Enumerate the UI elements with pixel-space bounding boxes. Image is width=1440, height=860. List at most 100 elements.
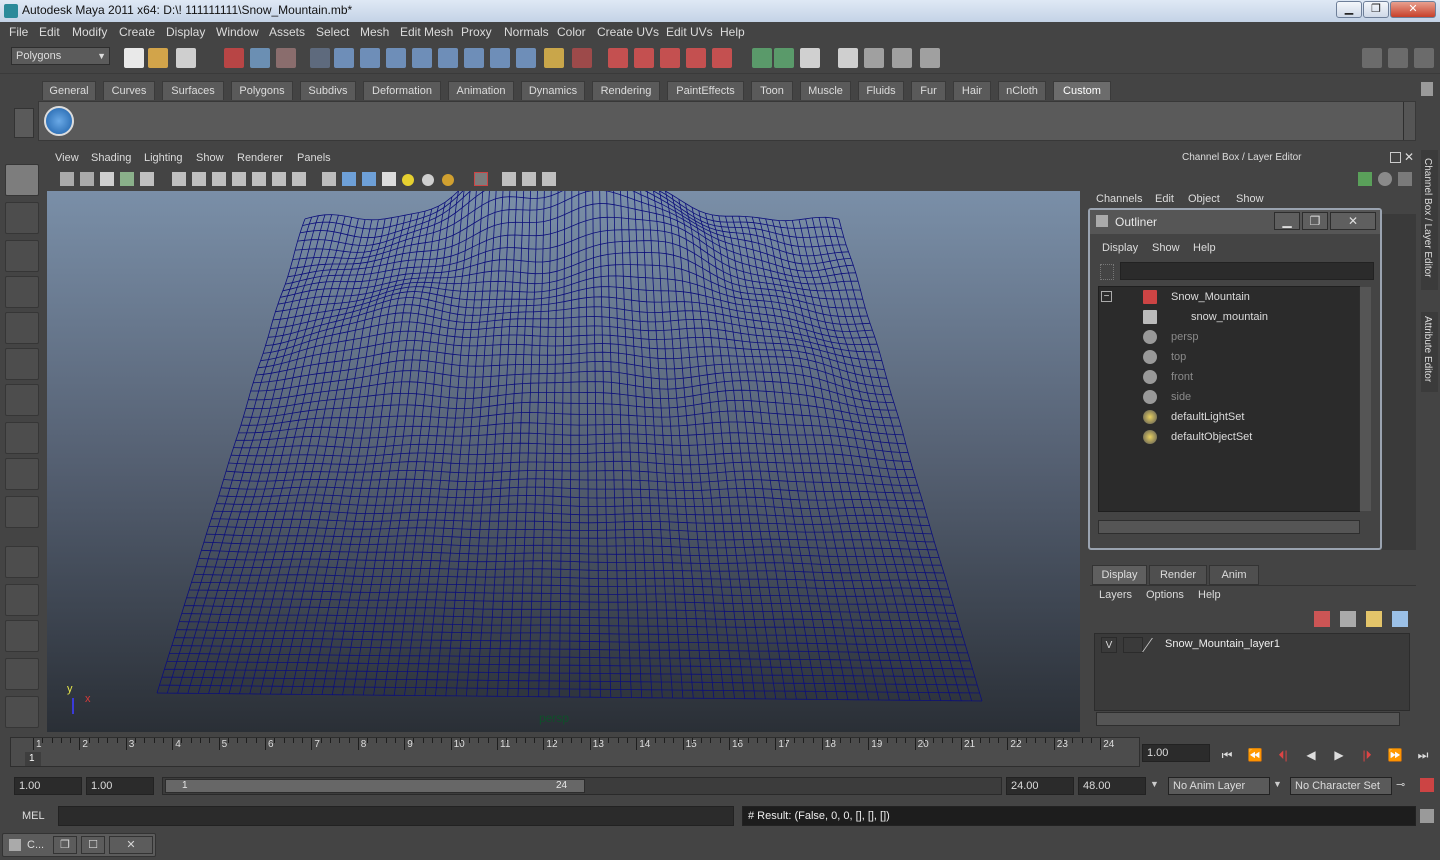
viewport-menu-show[interactable]: Show [196, 152, 224, 164]
tool-settings-toggle-icon[interactable] [1414, 48, 1434, 68]
go-to-end-button[interactable]: ⏭ [1414, 747, 1432, 763]
hypershade-icon[interactable] [686, 48, 706, 68]
snap-plane-icon[interactable] [412, 48, 432, 68]
shelf-tab-subdivs[interactable]: Subdivs [300, 81, 356, 100]
outliner-menu-show[interactable]: Show [1152, 242, 1180, 254]
soft-mod-tool-icon[interactable] [5, 422, 39, 454]
chevron-down-icon[interactable]: ▼ [1150, 779, 1159, 789]
close-button[interactable]: ✕ [1390, 1, 1436, 18]
anim-layer-dropdown[interactable]: No Anim Layer [1168, 777, 1270, 795]
render-settings-icon[interactable] [660, 48, 680, 68]
layer-tab-anim[interactable]: Anim [1209, 565, 1259, 585]
menu-display[interactable]: Display [166, 25, 205, 39]
command-input[interactable] [58, 806, 734, 826]
shelf-tab-animation[interactable]: Animation [448, 81, 514, 100]
select-hierarchy-icon[interactable] [224, 48, 244, 68]
render-frame-icon[interactable] [608, 48, 628, 68]
graph-layout-icon[interactable] [5, 658, 39, 690]
preferences-icon[interactable] [1420, 778, 1434, 792]
time-slider[interactable]: 1 2 3 4 5 6 7 8 9 10 11 12 13 14 15 16 17 18 19 20 21 22 23 24 … [10, 737, 1140, 767]
maximize-button[interactable]: ❐ [1363, 1, 1389, 18]
last-tool-icon[interactable] [5, 496, 39, 528]
gate-mask-icon[interactable] [232, 172, 246, 186]
channelbox-menu-channels[interactable]: Channels [1096, 193, 1142, 205]
input-mode-icon[interactable] [774, 48, 794, 68]
menu-edit-uvs[interactable]: Edit UVs [666, 25, 713, 39]
ipr-render-icon[interactable] [634, 48, 654, 68]
outliner-layout-icon[interactable] [5, 620, 39, 652]
all-lights-icon[interactable] [422, 174, 434, 186]
shelf-tab-fluids[interactable]: Fluids [858, 81, 904, 100]
step-back-frame-button[interactable]: ⏴| [1274, 747, 1292, 763]
snap-grid-icon[interactable] [334, 48, 354, 68]
outliner-list[interactable]: − Snow_Mountain snow_mountain persp top … [1098, 286, 1371, 512]
menu-window[interactable]: Window [216, 25, 259, 39]
script-editor-icon[interactable] [1420, 809, 1434, 823]
backface-icon[interactable] [542, 172, 556, 186]
layer-row[interactable]: V Snow_Mountain_layer1 [1095, 636, 1411, 654]
shelf-tab-toon[interactable]: Toon [751, 81, 793, 100]
close-small-button[interactable]: ✕ [109, 836, 153, 854]
help-question-icon[interactable] [516, 48, 536, 68]
outliner-close-button[interactable]: ✕ [1330, 212, 1376, 230]
channelbox-menu-show[interactable]: Show [1236, 193, 1264, 205]
end-time-field[interactable]: 48.00 [1078, 777, 1146, 795]
construction-history-icon[interactable] [572, 48, 592, 68]
input-line-icon[interactable] [752, 48, 772, 68]
layer-color-icon[interactable] [1142, 638, 1166, 652]
outliner-item-side[interactable]: side [1099, 387, 1359, 407]
sidebar-toggle-icon[interactable] [864, 48, 884, 68]
outliner-item-top[interactable]: top [1099, 347, 1359, 367]
perspective-viewport[interactable]: y x persp [47, 191, 1080, 732]
trash-icon[interactable] [1421, 82, 1433, 96]
outliner-filter-input[interactable] [1120, 262, 1374, 280]
float-panel-icon[interactable] [1390, 152, 1401, 163]
texture-icon[interactable] [382, 172, 396, 186]
menu-select[interactable]: Select [316, 25, 349, 39]
shelf-tab-muscle[interactable]: Muscle [800, 81, 851, 100]
shelf-tab-painteffects[interactable]: PaintEffects [667, 81, 744, 100]
shelf-tab-deformation[interactable]: Deformation [363, 81, 441, 100]
lock-icon[interactable] [544, 48, 564, 68]
current-time-field[interactable]: 1.00 [1142, 744, 1210, 762]
menu-create-uvs[interactable]: Create UVs [597, 25, 659, 39]
channel-box-toggle-icon[interactable] [1362, 48, 1382, 68]
layer-tab-display[interactable]: Display [1092, 565, 1147, 585]
open-scene-icon[interactable] [148, 48, 168, 68]
lasso-tool-icon[interactable] [5, 202, 39, 234]
outliner-item-snow-mountain[interactable]: Snow_Mountain [1099, 287, 1359, 307]
character-set-dropdown[interactable]: No Character Set [1290, 777, 1392, 795]
menu-color[interactable]: Color [557, 25, 586, 39]
safe-title-icon[interactable] [292, 172, 306, 186]
xray-joints-icon[interactable] [522, 172, 536, 186]
resolution-gate-icon[interactable] [212, 172, 226, 186]
menu-edit[interactable]: Edit [39, 25, 60, 39]
step-back-key-button[interactable]: ⏪ [1246, 747, 1264, 763]
step-forward-key-button[interactable]: ⏩ [1386, 747, 1404, 763]
outliner-menu-display[interactable]: Display [1102, 242, 1138, 254]
default-light-icon[interactable] [402, 174, 414, 186]
layer-menu-layers[interactable]: Layers [1099, 589, 1132, 601]
move-layer-down-icon[interactable] [1340, 611, 1356, 627]
outliner-horizontal-scrollbar[interactable] [1098, 520, 1360, 534]
outliner-item-snow-mountain-shape[interactable]: snow_mountain [1099, 307, 1359, 327]
shadows-icon[interactable] [442, 174, 454, 186]
shelf-tab-polygons[interactable]: Polygons [231, 81, 293, 100]
new-layer-selected-icon[interactable] [1392, 611, 1408, 627]
clipboard-icon[interactable] [800, 48, 820, 68]
menu-mesh[interactable]: Mesh [360, 25, 389, 39]
current-frame-marker-box[interactable]: 1 [25, 752, 41, 766]
mask-icon[interactable] [310, 48, 330, 68]
history-icon[interactable] [490, 48, 510, 68]
safe-action-icon[interactable] [272, 172, 286, 186]
new-layer-icon[interactable] [1366, 611, 1382, 627]
field-chart-icon[interactable] [252, 172, 266, 186]
xray-icon[interactable] [502, 172, 516, 186]
outliner-item-front[interactable]: front [1099, 367, 1359, 387]
restore-button[interactable]: ❐ [53, 836, 77, 854]
hypershade-layout-icon[interactable] [5, 696, 39, 728]
snap-curve-icon[interactable] [360, 48, 380, 68]
move-layer-up-icon[interactable] [1314, 611, 1330, 627]
shelf-tab-dynamics[interactable]: Dynamics [521, 81, 585, 100]
paint-select-tool-icon[interactable] [5, 240, 39, 272]
